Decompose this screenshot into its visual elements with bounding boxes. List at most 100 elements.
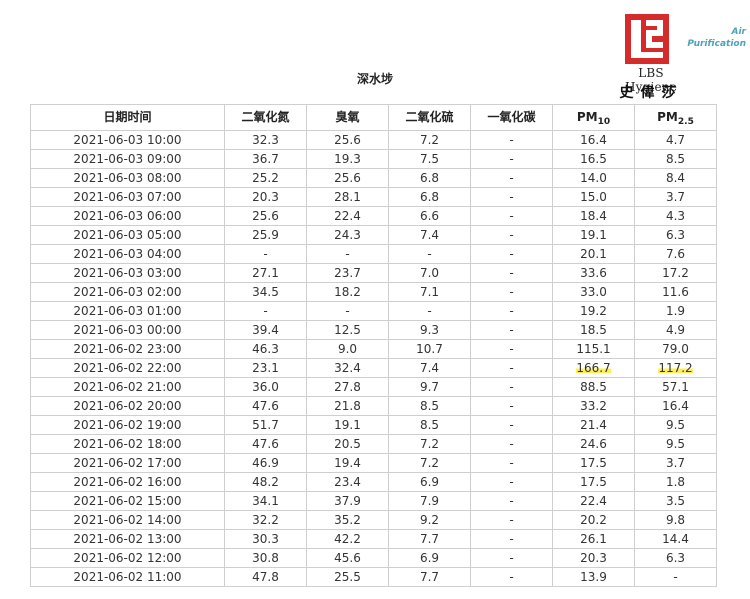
cell-pm25: 11.6 bbox=[634, 282, 717, 302]
cell-co: - bbox=[470, 548, 553, 568]
cell-pm10: 33.6 bbox=[552, 263, 635, 283]
cell-o3: - bbox=[306, 244, 389, 264]
cell-pm10: 19.2 bbox=[552, 301, 635, 321]
table-row: 2021-06-02 14:00 32.2 35.2 9.2-20.2 9.8 bbox=[30, 510, 717, 530]
cell-pm25: 4.3 bbox=[634, 206, 717, 226]
cell-so2: 7.4 bbox=[388, 358, 471, 378]
cell-o3: 28.1 bbox=[306, 187, 389, 207]
header-pm10: PM10 bbox=[552, 104, 635, 131]
cell-pm25: 14.4 bbox=[634, 529, 717, 549]
cell-co: - bbox=[470, 472, 553, 492]
cell-pm25: 79.0 bbox=[634, 339, 717, 359]
table-row: 2021-06-03 03:00 27.1 23.7 7.0-33.6 17.2 bbox=[30, 263, 717, 283]
cell-co: - bbox=[470, 244, 553, 264]
cell-co: - bbox=[470, 529, 553, 549]
cell-no2: - bbox=[224, 301, 307, 321]
table-row: 2021-06-03 07:00 20.3 28.1 6.8-15.0 3.7 bbox=[30, 187, 717, 207]
table-row: 2021-06-02 12:00 30.8 45.6 6.9-20.3 6.3 bbox=[30, 548, 717, 568]
cell-co: - bbox=[470, 149, 553, 169]
table-row: 2021-06-02 20:00 47.6 21.8 8.5-33.2 16.4 bbox=[30, 396, 717, 416]
cell-co: - bbox=[470, 263, 553, 283]
cell-pm25: 8.5 bbox=[634, 149, 717, 169]
table-row: 2021-06-03 05:00 25.9 24.3 7.4-19.1 6.3 bbox=[30, 225, 717, 245]
cell-pm25: 7.6 bbox=[634, 244, 717, 264]
cell-co: - bbox=[470, 225, 553, 245]
cell-so2: 7.2 bbox=[388, 130, 471, 150]
cell-no2: 47.6 bbox=[224, 396, 307, 416]
cell-no2: 39.4 bbox=[224, 320, 307, 340]
table-row: 2021-06-02 15:00 34.1 37.9 7.9-22.4 3.5 bbox=[30, 491, 717, 511]
table-row: 2021-06-02 21:00 36.0 27.8 9.7-88.5 57.1 bbox=[30, 377, 717, 397]
cell-so2: 7.2 bbox=[388, 434, 471, 454]
table-row: 2021-06-02 23:00 46.3 9.0 10.7-115.1 79.0 bbox=[30, 339, 717, 359]
cell-no2: 25.9 bbox=[224, 225, 307, 245]
cell-so2: 9.3 bbox=[388, 320, 471, 340]
cell-pm10: 33.0 bbox=[552, 282, 635, 302]
header-datetime: 日期时间 bbox=[30, 104, 225, 131]
cell-o3: 19.3 bbox=[306, 149, 389, 169]
cell-pm25: 4.9 bbox=[634, 320, 717, 340]
cell-no2: 46.9 bbox=[224, 453, 307, 473]
cell-so2: 10.7 bbox=[388, 339, 471, 359]
cell-pm10: 20.1 bbox=[552, 244, 635, 264]
cell-co: - bbox=[470, 282, 553, 302]
table-row: 2021-06-02 17:00 46.9 19.4 7.2-17.5 3.7 bbox=[30, 453, 717, 473]
cell-o3: 23.7 bbox=[306, 263, 389, 283]
cell-time: 2021-06-02 19:00 bbox=[30, 415, 225, 435]
cell-so2: 7.7 bbox=[388, 529, 471, 549]
table-row: 2021-06-03 10:00 32.3 25.6 7.2-16.4 4.7 bbox=[30, 130, 717, 150]
cell-o3: 23.4 bbox=[306, 472, 389, 492]
cell-no2: 34.1 bbox=[224, 491, 307, 511]
table-row: 2021-06-02 22:00 23.1 32.4 7.4- 166.7 117.2 bbox=[30, 358, 717, 378]
cell-co: - bbox=[470, 377, 553, 397]
cell-time: 2021-06-02 17:00 bbox=[30, 453, 225, 473]
cell-no2: - bbox=[224, 244, 307, 264]
cell-so2: 7.0 bbox=[388, 263, 471, 283]
cell-pm10: 19.1 bbox=[552, 225, 635, 245]
cell-so2: - bbox=[388, 244, 471, 264]
cell-o3: 27.8 bbox=[306, 377, 389, 397]
table-row: 2021-06-02 13:00 30.3 42.2 7.7-26.1 14.4 bbox=[30, 529, 717, 549]
cell-pm25: 4.7 bbox=[634, 130, 717, 150]
cell-time: 2021-06-03 02:00 bbox=[30, 282, 225, 302]
cell-so2: 9.7 bbox=[388, 377, 471, 397]
air-purification-tagline: Air Purification bbox=[680, 26, 746, 50]
cell-time: 2021-06-02 20:00 bbox=[30, 396, 225, 416]
cell-pm25: 16.4 bbox=[634, 396, 717, 416]
cell-pm10: 16.4 bbox=[552, 130, 635, 150]
table-row: 2021-06-03 08:00 25.2 25.6 6.8-14.0 8.4 bbox=[30, 168, 717, 188]
cell-time: 2021-06-03 07:00 bbox=[30, 187, 225, 207]
table-row: 2021-06-03 09:00 36.7 19.3 7.5-16.5 8.5 bbox=[30, 149, 717, 169]
cell-pm25: 6.3 bbox=[634, 548, 717, 568]
header-no2: 二氧化氮 bbox=[224, 104, 307, 131]
table-row: 2021-06-03 02:00 34.5 18.2 7.1-33.0 11.6 bbox=[30, 282, 717, 302]
cell-pm25: 3.7 bbox=[634, 187, 717, 207]
cell-no2: 47.8 bbox=[224, 567, 307, 587]
header-pm10-base: PM bbox=[576, 110, 598, 124]
header-pm25: PM2.5 bbox=[634, 104, 717, 131]
cell-time: 2021-06-03 05:00 bbox=[30, 225, 225, 245]
cell-pm25: 8.4 bbox=[634, 168, 717, 188]
table-row: 2021-06-03 04:00- - - -20.1 7.6 bbox=[30, 244, 717, 264]
cell-pm10: 20.3 bbox=[552, 548, 635, 568]
table-row: 2021-06-02 19:00 51.7 19.1 8.5-21.4 9.5 bbox=[30, 415, 717, 435]
cell-so2: 8.5 bbox=[388, 396, 471, 416]
cell-co: - bbox=[470, 396, 553, 416]
cell-time: 2021-06-03 03:00 bbox=[30, 263, 225, 283]
cell-pm10: 88.5 bbox=[552, 377, 635, 397]
header-pm25-base: PM bbox=[657, 110, 678, 124]
cell-time: 2021-06-03 06:00 bbox=[30, 206, 225, 226]
cell-no2: 32.2 bbox=[224, 510, 307, 530]
cell-so2: 7.9 bbox=[388, 491, 471, 511]
cell-so2: 7.4 bbox=[388, 225, 471, 245]
cell-no2: 23.1 bbox=[224, 358, 307, 378]
highlighted-value: 166.7 bbox=[576, 361, 611, 375]
cell-so2: 7.7 bbox=[388, 567, 471, 587]
cell-so2: 7.1 bbox=[388, 282, 471, 302]
lbs-logo bbox=[625, 14, 669, 64]
table-row: 2021-06-02 16:00 48.2 23.4 6.9-17.5 1.8 bbox=[30, 472, 717, 492]
station-title: 深水埗 bbox=[356, 72, 393, 86]
cell-co: - bbox=[470, 206, 553, 226]
cell-pm25: 6.3 bbox=[634, 225, 717, 245]
cell-pm10: 26.1 bbox=[552, 529, 635, 549]
